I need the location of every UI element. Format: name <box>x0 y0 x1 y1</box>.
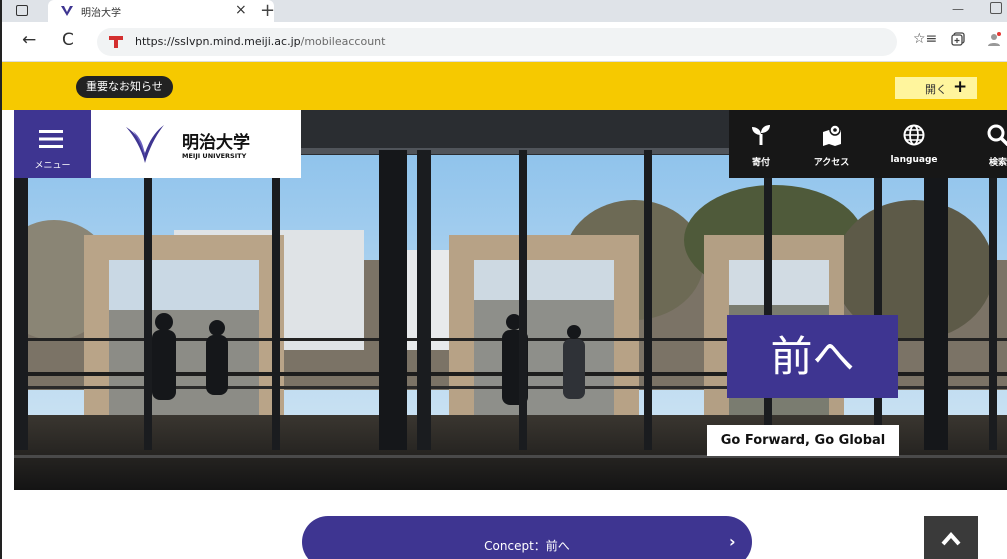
search-label: 検索 <box>988 158 1007 168</box>
site-info-icon[interactable] <box>109 36 123 48</box>
sprout-icon <box>752 125 770 145</box>
hero-tagline: Go Forward, Go Global <box>707 425 899 456</box>
tab-close-button[interactable]: × <box>235 2 247 18</box>
important-notice-badge[interactable]: 重要なお知らせ <box>76 76 173 98</box>
concept-button[interactable]: Concept：前へ › <box>302 516 752 559</box>
favorites-icon[interactable]: ☆≡ <box>913 31 937 47</box>
meiji-logo-icon <box>126 125 164 163</box>
meiji-favicon-icon <box>61 6 73 16</box>
tab-actions-icon[interactable] <box>16 5 28 16</box>
new-tab-button[interactable]: + <box>260 0 275 21</box>
browser-tab[interactable]: 明治大学 × <box>48 0 274 22</box>
logo-english-text: MEIJI UNIVERSITY <box>182 152 247 160</box>
concept-label: Concept：前へ <box>484 539 570 553</box>
chevron-up-icon <box>941 532 961 546</box>
back-button[interactable]: ← <box>22 30 36 50</box>
url-path: /mobileaccount <box>300 35 386 48</box>
tab-title: 明治大学 <box>81 8 121 19</box>
access-label: アクセス <box>813 158 850 168</box>
plus-icon: + <box>953 77 968 97</box>
menu-label: メニュー <box>34 161 71 171</box>
browser-window: 明治大学 × + — ← C https://sslvpn.mind.meiji… <box>0 0 1007 559</box>
menu-button[interactable]: メニュー <box>14 110 91 178</box>
access-button[interactable]: アクセス <box>793 110 870 178</box>
language-button[interactable]: language <box>870 110 958 178</box>
restore-button[interactable] <box>990 2 1002 14</box>
notice-bar: 重要なお知らせ 開く + <box>2 62 1007 110</box>
notice-open-button[interactable]: 開く + <box>895 77 977 99</box>
donation-label: 寄付 <box>751 158 770 168</box>
url-text: https://sslvpn.mind.meiji.ac.jp/mobileac… <box>135 35 385 48</box>
back-to-top-button[interactable] <box>924 516 978 559</box>
donation-button[interactable]: 寄付 <box>729 110 793 178</box>
minimize-button[interactable]: — <box>952 2 964 16</box>
profile-icon[interactable] <box>987 32 1001 46</box>
hero-catchphrase: 前へ <box>727 315 898 398</box>
language-label: language <box>890 155 938 165</box>
url-field[interactable]: https://sslvpn.mind.meiji.ac.jp/mobileac… <box>97 28 897 56</box>
address-bar: ← C https://sslvpn.mind.meiji.ac.jp/mobi… <box>2 22 1007 62</box>
open-label: 開く <box>925 83 947 96</box>
hamburger-icon <box>39 130 63 148</box>
collections-icon[interactable] <box>951 32 965 46</box>
reload-button[interactable]: C <box>62 30 74 50</box>
url-host: https://sslvpn.mind.meiji.ac.jp <box>135 35 301 48</box>
logo-japanese-text: 明治大学 <box>182 133 250 153</box>
map-pin-icon <box>822 124 841 146</box>
search-icon <box>987 124 1007 146</box>
site-logo[interactable]: 明治大学 MEIJI UNIVERSITY <box>91 110 301 178</box>
globe-icon <box>903 124 925 146</box>
chevron-right-icon: › <box>729 532 736 551</box>
search-button[interactable]: 検索 <box>958 110 1007 178</box>
tab-strip: 明治大学 × + — <box>2 0 1007 22</box>
